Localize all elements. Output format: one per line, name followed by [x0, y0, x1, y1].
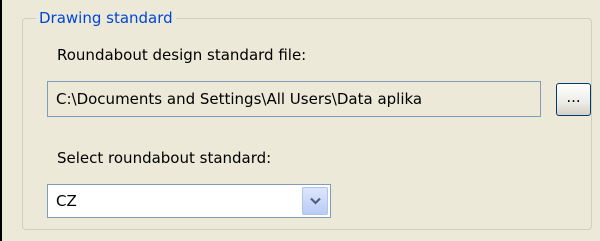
window-left-edge — [0, 0, 2, 241]
group-title: Drawing standard — [36, 8, 176, 28]
standard-file-path-field[interactable] — [47, 81, 541, 117]
dropdown-button[interactable] — [302, 187, 328, 215]
standard-file-label: Roundabout design standard file: — [57, 46, 307, 64]
standard-select-value: CZ — [56, 192, 77, 210]
chevron-down-icon — [310, 197, 321, 205]
select-standard-label: Select roundabout standard: — [57, 149, 272, 167]
browse-button[interactable]: ... — [556, 83, 591, 116]
standard-select[interactable]: CZ — [47, 184, 331, 218]
